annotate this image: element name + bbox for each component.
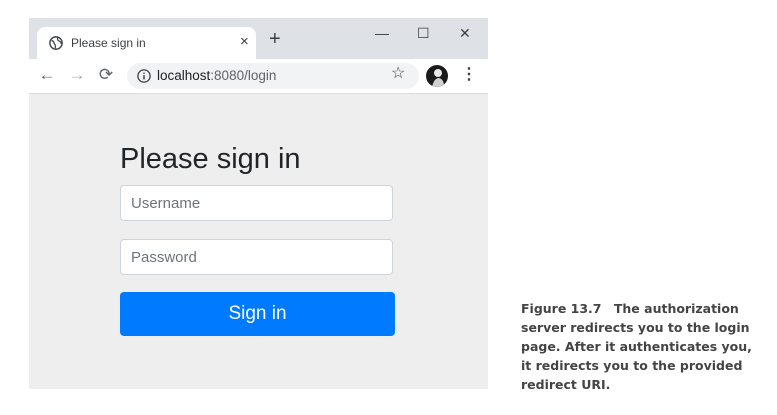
kebab-menu-icon[interactable]: ⋮ bbox=[461, 65, 477, 85]
figure-caption: Figure 13.7 The authorization server red… bbox=[521, 299, 761, 394]
back-arrow-icon[interactable]: ← bbox=[37, 65, 57, 85]
password-input[interactable] bbox=[120, 239, 393, 275]
browser-toolbar: ← → ⟳ localhost:8080/login ☆ ⋮ bbox=[29, 59, 488, 94]
info-icon[interactable] bbox=[137, 69, 151, 83]
browser-tab[interactable]: Please sign in × bbox=[37, 27, 256, 59]
globe-icon bbox=[49, 36, 63, 50]
tab-strip: Please sign in × + — ☐ ✕ bbox=[29, 18, 488, 59]
star-icon[interactable]: ☆ bbox=[391, 63, 405, 83]
reload-icon[interactable]: ⟳ bbox=[96, 65, 116, 85]
avatar[interactable] bbox=[426, 65, 448, 87]
tab-close-icon[interactable]: × bbox=[240, 34, 249, 50]
page-title: Please sign in bbox=[120, 143, 301, 175]
figure-label: Figure 13.7 bbox=[521, 301, 602, 316]
new-tab-button[interactable]: + bbox=[269, 29, 281, 49]
profile-silhouette-icon bbox=[432, 69, 444, 87]
url-text: localhost:8080/login bbox=[157, 68, 277, 83]
tab-title: Please sign in bbox=[71, 36, 146, 50]
address-bar[interactable]: localhost:8080/login bbox=[127, 63, 419, 89]
sign-in-button[interactable]: Sign in bbox=[120, 292, 395, 336]
maximize-icon[interactable]: ☐ bbox=[417, 26, 430, 40]
minimize-icon[interactable]: — bbox=[375, 26, 389, 40]
forward-arrow-icon[interactable]: → bbox=[67, 65, 87, 85]
browser-window: Please sign in × + — ☐ ✕ ← → ⟳ localhost… bbox=[29, 18, 488, 389]
window-close-icon[interactable]: ✕ bbox=[459, 26, 471, 40]
username-input[interactable] bbox=[120, 185, 393, 221]
